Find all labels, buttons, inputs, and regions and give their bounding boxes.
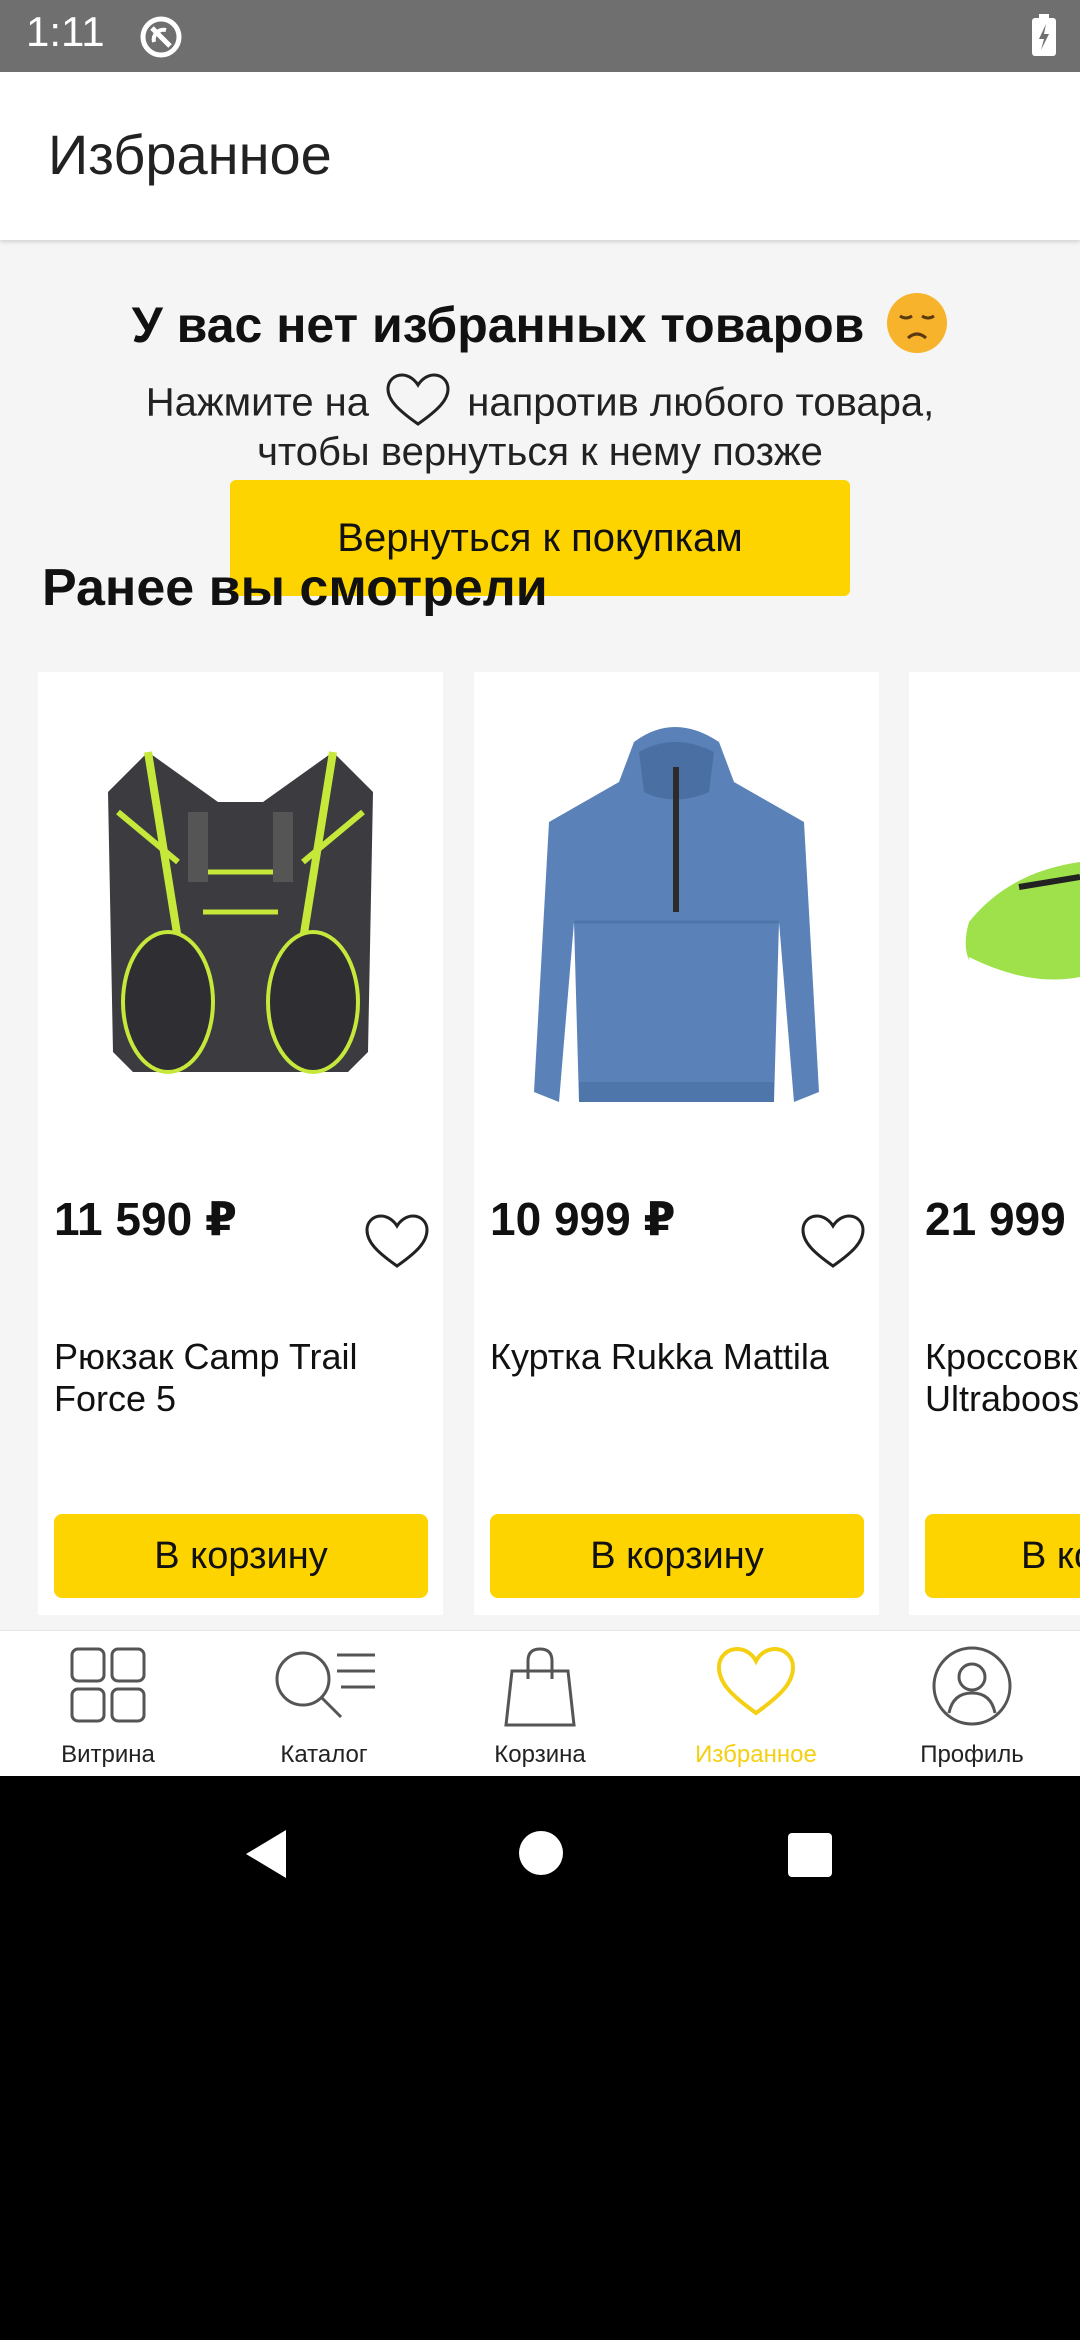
product-price: 11 590 ₽ — [54, 1193, 237, 1245]
nav-label: Избранное — [695, 1741, 817, 1768]
back-icon[interactable] — [242, 1828, 290, 1885]
grid-icon — [68, 1645, 148, 1730]
product-name[interactable]: Куртка Rukka Mattila — [490, 1336, 870, 1378]
add-to-favorites-heart-icon[interactable] — [800, 1212, 866, 1275]
product-card[interactable]: 21 999 Кроссовк Ultraboost В ко — [909, 672, 1080, 1615]
nav-label: Профиль — [920, 1741, 1024, 1768]
bag-icon — [502, 1645, 578, 1734]
status-time: 1:11 — [26, 8, 105, 55]
page-title: Избранное — [48, 123, 332, 186]
profile-icon — [931, 1645, 1013, 1732]
empty-state-hint-line1: Нажмите на напротив любого товара, — [0, 372, 1080, 438]
product-name[interactable]: Рюкзак Camp Trail Force 5 — [54, 1336, 434, 1420]
product-card[interactable]: 10 999 ₽ Куртка Rukka Mattila В корзину — [474, 672, 879, 1615]
hint-text-after: напротив любого товара, — [467, 380, 935, 425]
product-name[interactable]: Кроссовк Ultraboost — [925, 1336, 1080, 1420]
bottom-navigation: Витрина Каталог Корзина Избранное Профил… — [0, 1630, 1080, 1776]
add-to-favorites-heart-icon[interactable] — [364, 1212, 430, 1275]
sync-icon — [138, 14, 184, 65]
home-icon[interactable] — [518, 1830, 564, 1881]
hint-text-before: Нажмите на — [145, 380, 370, 425]
heart-outline-icon — [384, 372, 452, 438]
search-list-icon — [269, 1645, 379, 1730]
nav-item-showcase[interactable]: Витрина — [0, 1631, 216, 1776]
nav-label: Витрина — [61, 1741, 155, 1768]
product-price: 10 999 ₽ — [490, 1193, 676, 1245]
system-navigation-bar — [0, 1776, 1080, 2340]
product-image-backpack[interactable] — [38, 672, 443, 1172]
app-header: Избранное — [0, 72, 1080, 240]
product-image-sneakers[interactable] — [909, 672, 1080, 1172]
add-to-cart-button[interactable]: В корзину — [54, 1514, 428, 1598]
status-bar: 1:11 — [0, 0, 1080, 72]
favorites-screen: Избранное У вас нет избранных товаров На… — [0, 72, 1080, 1776]
recently-viewed-title: Ранее вы смотрели — [42, 559, 548, 617]
nav-item-cart[interactable]: Корзина — [432, 1631, 648, 1776]
nav-label: Каталог — [280, 1741, 368, 1768]
nav-item-catalog[interactable]: Каталог — [216, 1631, 432, 1776]
product-card[interactable]: 11 590 ₽ Рюкзак Camp Trail Force 5 В кор… — [38, 672, 443, 1615]
battery-icon — [1030, 14, 1058, 63]
heart-icon — [715, 1645, 797, 1722]
add-to-cart-button[interactable]: В ко — [925, 1514, 1080, 1598]
nav-label: Корзина — [494, 1741, 586, 1768]
nav-item-favorites[interactable]: Избранное — [648, 1631, 864, 1776]
product-image-jacket[interactable] — [474, 672, 879, 1172]
product-price: 21 999 — [925, 1193, 1066, 1245]
sad-face-icon — [886, 292, 948, 366]
recents-icon[interactable] — [787, 1832, 833, 1883]
add-to-cart-button[interactable]: В корзину — [490, 1514, 864, 1598]
empty-state-title: У вас нет избранных товаров — [0, 292, 1080, 366]
empty-state-title-text: У вас нет избранных товаров — [131, 297, 865, 354]
nav-item-profile[interactable]: Профиль — [864, 1631, 1080, 1776]
empty-state-hint-line2: чтобы вернуться к нему позже — [257, 430, 823, 474]
